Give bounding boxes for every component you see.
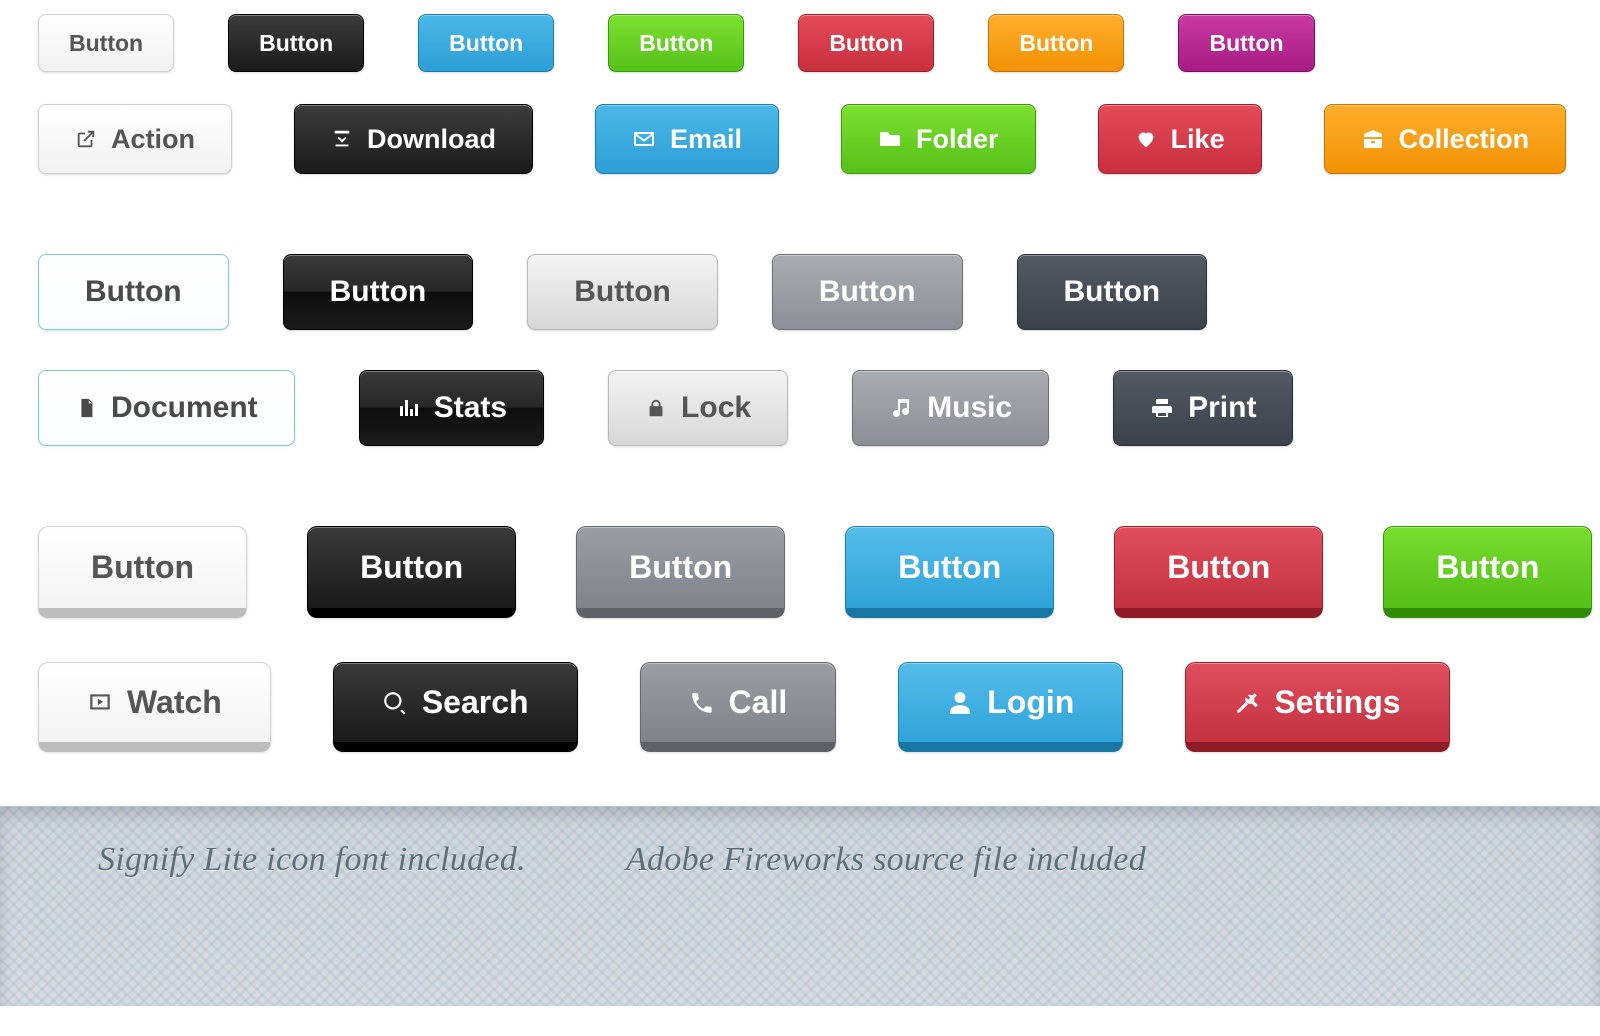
- footer-text-1: Signify Lite icon font included.: [98, 841, 526, 1006]
- print-icon: [1150, 396, 1174, 420]
- tools-icon: [1234, 690, 1260, 716]
- button-label: Print: [1188, 391, 1256, 425]
- music-button[interactable]: Music: [852, 370, 1049, 446]
- heart-icon: [1135, 128, 1157, 150]
- button-label: Button: [91, 549, 194, 586]
- button-label: Search: [422, 684, 529, 721]
- button-red[interactable]: Button: [798, 14, 934, 72]
- button-grey[interactable]: Button: [772, 254, 963, 330]
- button-label: Button: [85, 275, 182, 309]
- button-label: Button: [629, 549, 732, 586]
- document-icon: [75, 397, 97, 419]
- button-label: Button: [259, 30, 333, 57]
- button-label: Button: [330, 275, 427, 309]
- box-icon: [1361, 127, 1385, 151]
- email-icon: [632, 127, 656, 151]
- button-white-raised[interactable]: Button: [38, 526, 247, 618]
- settings-button[interactable]: Settings: [1185, 662, 1449, 752]
- button-label: Button: [819, 275, 916, 309]
- button-label: Lock: [681, 391, 751, 425]
- footer-text-2: Adobe Fireworks source file included: [626, 841, 1146, 1006]
- button-blue-raised[interactable]: Button: [845, 526, 1054, 618]
- folder-button[interactable]: Folder: [841, 104, 1036, 174]
- external-link-icon: [75, 128, 97, 150]
- phone-icon: [689, 690, 715, 716]
- search-button[interactable]: Search: [333, 662, 578, 752]
- stats-icon: [396, 396, 420, 420]
- button-label: Button: [1064, 275, 1161, 309]
- user-icon: [947, 690, 973, 716]
- document-button[interactable]: Document: [38, 370, 295, 446]
- button-slate[interactable]: Button: [1017, 254, 1208, 330]
- button-orange[interactable]: Button: [988, 14, 1124, 72]
- search-icon: [382, 690, 408, 716]
- watch-button[interactable]: Watch: [38, 662, 271, 752]
- music-icon: [889, 396, 913, 420]
- button-label: Settings: [1274, 684, 1400, 721]
- folder-icon: [878, 127, 902, 151]
- download-button[interactable]: Download: [294, 104, 533, 174]
- collection-button[interactable]: Collection: [1324, 104, 1567, 174]
- login-button[interactable]: Login: [898, 662, 1123, 752]
- button-label: Button: [1019, 30, 1093, 57]
- button-magenta[interactable]: Button: [1178, 14, 1314, 72]
- button-outline[interactable]: Button: [38, 254, 229, 330]
- footer: Signify Lite icon font included. Adobe F…: [0, 806, 1600, 1006]
- lock-button[interactable]: Lock: [608, 370, 788, 446]
- button-label: Music: [927, 391, 1012, 425]
- button-label: Document: [111, 391, 258, 425]
- button-silver[interactable]: Button: [527, 254, 718, 330]
- button-label: Button: [1436, 549, 1539, 586]
- stats-button[interactable]: Stats: [359, 370, 544, 446]
- button-black[interactable]: Button: [228, 14, 364, 72]
- button-label: Button: [829, 30, 903, 57]
- button-red-raised[interactable]: Button: [1114, 526, 1323, 618]
- button-label: Call: [729, 684, 788, 721]
- button-label: Button: [1209, 30, 1283, 57]
- lock-icon: [645, 397, 667, 419]
- button-label: Button: [639, 30, 713, 57]
- button-gloss-black[interactable]: Button: [283, 254, 474, 330]
- button-black-raised[interactable]: Button: [307, 526, 516, 618]
- button-label: Action: [111, 124, 195, 155]
- like-button[interactable]: Like: [1098, 104, 1262, 174]
- button-label: Watch: [127, 684, 222, 721]
- button-label: Login: [987, 684, 1074, 721]
- button-label: Collection: [1399, 124, 1530, 155]
- button-blue[interactable]: Button: [418, 14, 554, 72]
- button-label: Button: [360, 549, 463, 586]
- button-label: Download: [367, 124, 496, 155]
- button-label: Button: [1167, 549, 1270, 586]
- button-label: Stats: [434, 391, 507, 425]
- email-button[interactable]: Email: [595, 104, 779, 174]
- button-grey-raised[interactable]: Button: [576, 526, 785, 618]
- button-label: Button: [574, 275, 671, 309]
- download-icon: [331, 128, 353, 150]
- button-green[interactable]: Button: [608, 14, 744, 72]
- action-button[interactable]: Action: [38, 104, 232, 174]
- button-label: Folder: [916, 124, 999, 155]
- button-green-raised[interactable]: Button: [1383, 526, 1592, 618]
- button-label: Like: [1171, 124, 1225, 155]
- play-rect-icon: [87, 690, 113, 716]
- print-button[interactable]: Print: [1113, 370, 1293, 446]
- button-label: Button: [69, 30, 143, 57]
- button-label: Email: [670, 124, 742, 155]
- button-label: Button: [898, 549, 1001, 586]
- call-button[interactable]: Call: [640, 662, 837, 752]
- button-white[interactable]: Button: [38, 14, 174, 72]
- button-label: Button: [449, 30, 523, 57]
